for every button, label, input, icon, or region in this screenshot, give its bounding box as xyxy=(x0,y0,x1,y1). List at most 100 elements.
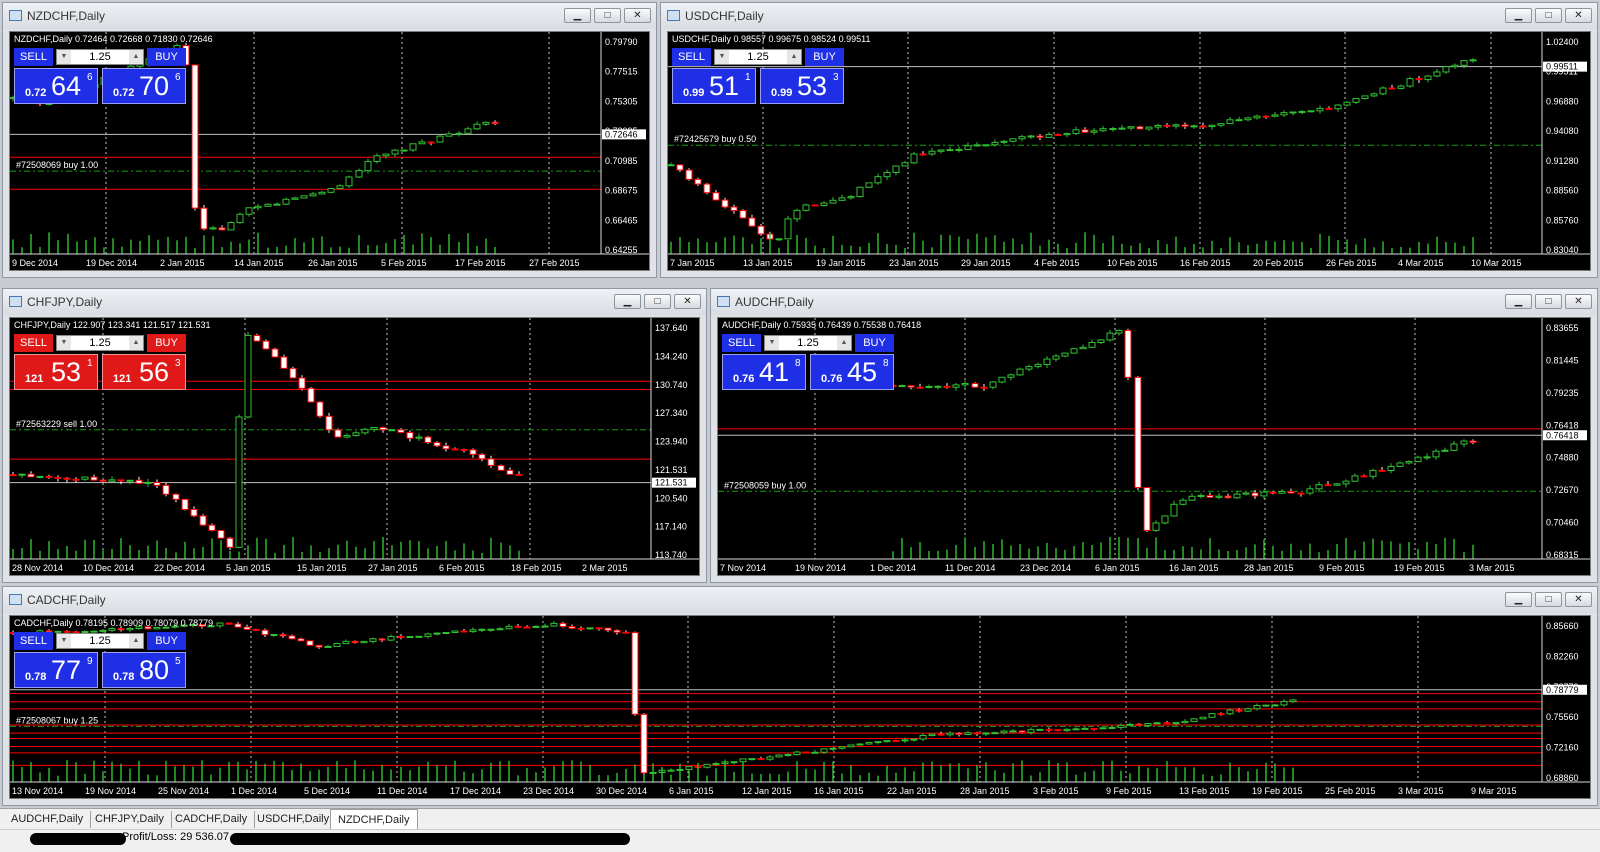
window-titlebar[interactable]: CADCHF,Daily ▁ □ ✕ xyxy=(3,587,1597,613)
candle-body xyxy=(989,381,997,388)
candle-body xyxy=(865,742,873,745)
time-axis-label: 28 Jan 2015 xyxy=(1244,563,1294,573)
candle-body xyxy=(243,626,251,630)
chart-window-audchf[interactable]: AUDCHF,Daily ▁ □ ✕ #72508059 buy 1.00 0.8… xyxy=(710,288,1598,583)
ask-price-button[interactable]: 0.72 70 6 xyxy=(102,68,186,104)
bid-price-button[interactable]: 0.76 41 8 xyxy=(722,354,806,390)
chart-window-chfjpy[interactable]: CHFJPY,Daily ▁ □ ✕ #72563229 sell 1.00 13… xyxy=(2,288,707,583)
candle-body xyxy=(406,636,414,639)
lot-size-field[interactable]: ▼ 1.25 ▲ xyxy=(56,335,144,351)
candle-body xyxy=(487,458,495,466)
maximize-button[interactable]: □ xyxy=(1535,592,1562,607)
time-axis-label: 13 Nov 2014 xyxy=(12,786,63,796)
candlestick-chart[interactable]: #72508067 buy 1.250.856600.822600.787790… xyxy=(10,616,1590,798)
minimize-button[interactable]: ▁ xyxy=(1505,8,1532,23)
candle-body xyxy=(1034,363,1042,368)
time-axis-label: 9 Dec 2014 xyxy=(12,258,58,268)
window-titlebar[interactable]: NZDCHF,Daily ▁ □ ✕ xyxy=(3,3,656,29)
buy-button[interactable]: BUY xyxy=(147,48,186,66)
price-chart[interactable]: #72508067 buy 1.250.856600.822600.787790… xyxy=(9,615,1591,799)
buy-button[interactable]: BUY xyxy=(805,48,844,66)
maximize-button[interactable]: □ xyxy=(1535,8,1562,23)
chart-window-nzdchf[interactable]: NZDCHF,Daily ▁ □ ✕ #72508069 buy 1.00 0.7… xyxy=(2,2,657,278)
lot-size-field[interactable]: ▼ 1.25 ▲ xyxy=(714,49,802,65)
time-axis-label: 12 Jan 2015 xyxy=(742,786,792,796)
sell-button[interactable]: SELL xyxy=(722,334,761,352)
minimize-button[interactable]: ▁ xyxy=(614,294,641,309)
chart-window-usdchf[interactable]: USDCHF,Daily ▁ □ ✕ #72425679 buy 0.50 1.0… xyxy=(660,2,1598,278)
bid-price-button[interactable]: 121 53 1 xyxy=(14,354,98,390)
lot-increase-icon[interactable]: ▲ xyxy=(129,50,143,64)
lot-increase-icon[interactable]: ▲ xyxy=(837,336,851,350)
tab-cadchf[interactable]: CADCHF,Daily xyxy=(168,811,256,828)
window-titlebar[interactable]: CHFJPY,Daily ▁ □ ✕ xyxy=(3,289,706,315)
candle-body xyxy=(982,732,990,735)
candle-body xyxy=(703,763,711,768)
ask-price-button[interactable]: 0.78 80 5 xyxy=(102,652,186,688)
candle-body xyxy=(1244,708,1252,712)
buy-button[interactable]: BUY xyxy=(147,334,186,352)
tab-nzdchf[interactable]: NZDCHF,Daily xyxy=(330,809,418,829)
sell-button[interactable]: SELL xyxy=(672,48,711,66)
candle-body xyxy=(506,469,514,475)
window-titlebar[interactable]: USDCHF,Daily ▁ □ ✕ xyxy=(661,3,1597,29)
sell-button[interactable]: SELL xyxy=(14,334,53,352)
sell-button[interactable]: SELL xyxy=(14,632,53,650)
lot-decrease-icon[interactable]: ▼ xyxy=(765,336,779,350)
buy-button[interactable]: BUY xyxy=(855,334,894,352)
close-button[interactable]: ✕ xyxy=(1565,592,1592,607)
minimize-button[interactable]: ▁ xyxy=(564,8,591,23)
close-icon: ✕ xyxy=(1574,10,1583,21)
window-titlebar[interactable]: AUDCHF,Daily ▁ □ ✕ xyxy=(711,289,1597,315)
tab-usdchf[interactable]: USDCHF,Daily xyxy=(250,811,338,828)
candle-body xyxy=(487,628,495,631)
lot-increase-icon[interactable]: ▲ xyxy=(129,336,143,350)
buy-button[interactable]: BUY xyxy=(147,632,186,650)
price-chart[interactable]: #72508059 buy 1.00 0.83655 0.81445 0.79235 0… xyxy=(717,317,1591,576)
candle-body xyxy=(1018,136,1026,140)
bid-price-button[interactable]: 0.78 77 9 xyxy=(14,652,98,688)
time-axis-label: 26 Jan 2015 xyxy=(308,258,358,268)
close-button[interactable]: ✕ xyxy=(624,8,651,23)
lot-size-field[interactable]: ▼ 1.25 ▲ xyxy=(764,335,852,351)
bid-price-button[interactable]: 0.99 51 1 xyxy=(672,68,756,104)
candle-body xyxy=(1036,728,1044,731)
bid-price-button[interactable]: 0.72 64 6 xyxy=(14,68,98,104)
ask-price-button[interactable]: 0.99 53 3 xyxy=(760,68,844,104)
time-axis-label: 7 Nov 2014 xyxy=(720,563,766,573)
price-chart[interactable]: #72508069 buy 1.00 0.79790 0.77515 0.75305 0… xyxy=(9,31,650,271)
candle-body xyxy=(1036,135,1044,138)
minimize-button[interactable]: ▁ xyxy=(1505,592,1532,607)
maximize-button[interactable]: □ xyxy=(594,8,621,23)
lot-decrease-icon[interactable]: ▼ xyxy=(57,634,71,648)
candle-body xyxy=(1226,709,1234,715)
close-button[interactable]: ✕ xyxy=(1565,294,1592,309)
candle-body xyxy=(802,204,810,211)
candle-body xyxy=(838,197,846,201)
lot-size-field[interactable]: ▼ 1.25 ▲ xyxy=(56,49,144,65)
candle-body xyxy=(200,207,208,230)
maximize-button[interactable]: □ xyxy=(644,294,671,309)
maximize-button[interactable]: □ xyxy=(1535,294,1562,309)
chart-window-cadchf[interactable]: CADCHF,Daily ▁ □ ✕ #72508067 buy 1.25 0.8… xyxy=(2,586,1598,806)
tab-chfjpy[interactable]: CHFJPY,Daily xyxy=(88,811,172,828)
lot-increase-icon[interactable]: ▲ xyxy=(787,50,801,64)
lot-decrease-icon[interactable]: ▼ xyxy=(57,336,71,350)
lot-increase-icon[interactable]: ▲ xyxy=(129,634,143,648)
time-axis-label: 25 Nov 2014 xyxy=(158,786,209,796)
lot-decrease-icon[interactable]: ▼ xyxy=(57,50,71,64)
close-button[interactable]: ✕ xyxy=(674,294,701,309)
candle-body xyxy=(613,629,621,633)
close-button[interactable]: ✕ xyxy=(1565,8,1592,23)
lot-size-field[interactable]: ▼ 1.25 ▲ xyxy=(56,633,144,649)
tab-audchf[interactable]: AUDCHF,Daily xyxy=(4,811,92,828)
ask-price-button[interactable]: 121 56 3 xyxy=(102,354,186,390)
candle-body xyxy=(892,165,900,174)
candle-body xyxy=(1451,64,1459,68)
ask-price-button[interactable]: 0.76 45 8 xyxy=(810,354,894,390)
sell-button[interactable]: SELL xyxy=(14,48,53,66)
minimize-button[interactable]: ▁ xyxy=(1505,294,1532,309)
price-chart[interactable]: #72563229 sell 1.00 137.640 134.240 130.740… xyxy=(9,317,700,576)
price-chart[interactable]: #72425679 buy 0.50 1.02400 0.99511 0.96880 0… xyxy=(667,31,1591,271)
lot-decrease-icon[interactable]: ▼ xyxy=(715,50,729,64)
